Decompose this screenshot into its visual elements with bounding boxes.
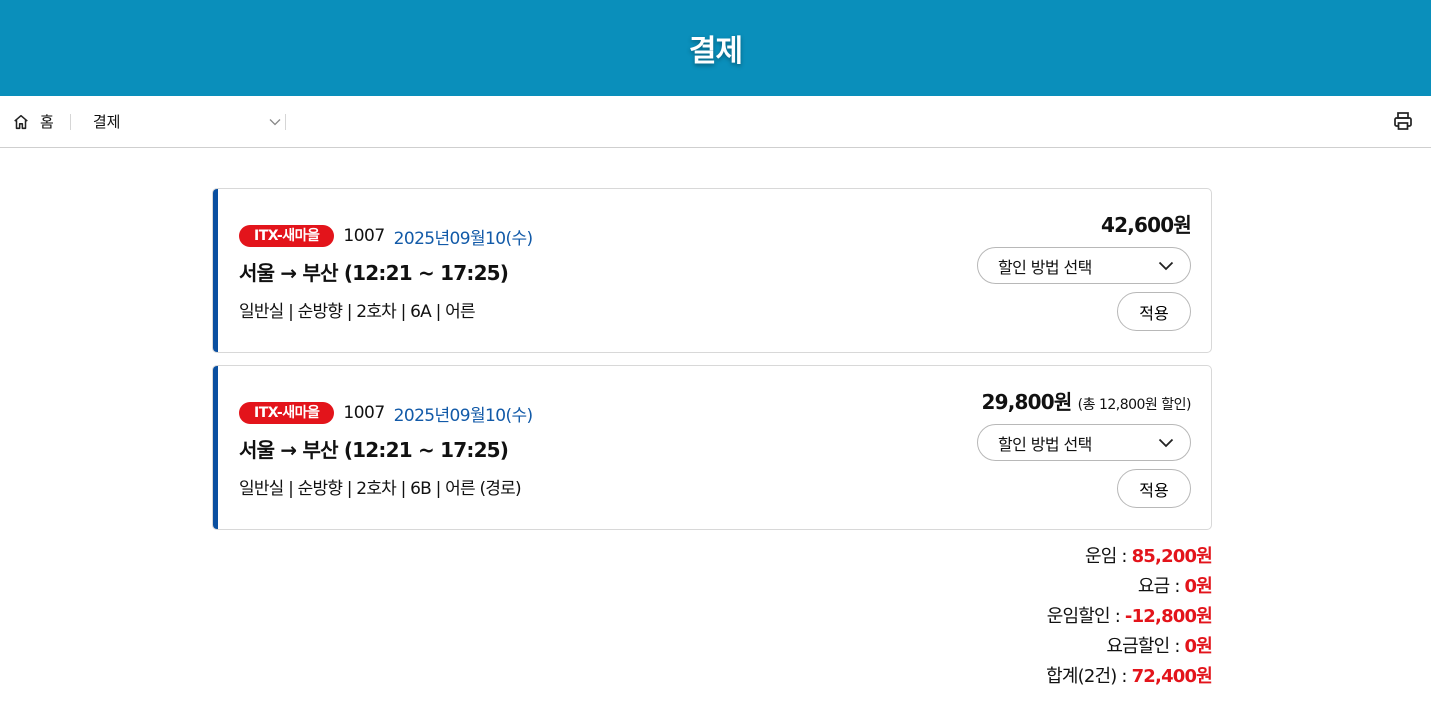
summary-label: 요금 :: [1137, 576, 1185, 597]
summary-value: 85,200원: [1131, 546, 1213, 567]
discount-note: (총 12,800원 할인): [1077, 397, 1192, 413]
ticket-info: ITX-새마을 1007 2025년09월10(수) 서울 → 부산 (12:2…: [239, 224, 533, 322]
summary-row-charge: 요금 : 0원: [212, 572, 1213, 602]
summary-label: 운임할인 :: [1046, 606, 1125, 627]
summary-row-total: 합계(2건) : 72,400원: [212, 662, 1213, 692]
summary-value: 0원: [1184, 576, 1213, 597]
ticket-price: 29,800원 (총 12,800원 할인): [931, 388, 1192, 416]
summary-row-fare-discount: 운임할인 : -12,800원: [212, 602, 1213, 632]
seat-detail: 일반실 | 순방향 | 2호차 | 6B | 어른 (경로): [239, 479, 522, 499]
seat-detail: 일반실 | 순방향 | 2호차 | 6A | 어른: [239, 302, 476, 322]
discount-method-select[interactable]: 할인 방법 선택: [977, 247, 1191, 284]
page-title: 결제: [688, 34, 743, 69]
ticket-price-area: 29,800원 (총 12,800원 할인) 할인 방법 선택 적용: [931, 388, 1192, 508]
travel-date: 2025년09월10(수): [393, 405, 534, 426]
summary-label: 운임 :: [1084, 546, 1132, 567]
home-icon[interactable]: [12, 113, 30, 131]
summary-label: 요금할인 :: [1106, 636, 1185, 657]
summary-value: -12,800원: [1124, 606, 1213, 627]
page-header: 결제: [0, 0, 1431, 96]
route-text: 서울 → 부산 (12:21 ~ 17:25): [239, 261, 509, 285]
chevron-down-icon: [269, 118, 281, 125]
ticket-price: 42,600원: [931, 211, 1192, 239]
card-accent-bar: [213, 189, 218, 352]
train-number: 1007: [343, 226, 385, 246]
price-value: 42,600원: [1101, 213, 1192, 237]
summary-row-fare: 운임 : 85,200원: [212, 542, 1213, 572]
breadcrumb-divider: [284, 113, 286, 130]
ticket-info: ITX-새마을 1007 2025년09월10(수) 서울 → 부산 (12:2…: [239, 401, 533, 499]
breadcrumb-current: 결제: [92, 113, 121, 131]
breadcrumb-home[interactable]: 홈: [40, 111, 54, 132]
card-accent-bar: [213, 366, 218, 529]
breadcrumb-menu-select[interactable]: 결제: [93, 111, 281, 132]
discount-select-label: 할인 방법 선택: [998, 257, 1092, 277]
ticket-price-area: 42,600원 할인 방법 선택 적용: [931, 211, 1192, 331]
summary-value: 0원: [1184, 636, 1213, 657]
breadcrumb-divider: [69, 113, 71, 130]
print-icon[interactable]: [1393, 111, 1413, 131]
summary-value: 72,400원: [1131, 666, 1213, 687]
apply-button[interactable]: 적용: [1117, 292, 1191, 331]
fare-summary: 운임 : 85,200원 요금 : 0원 운임할인 : -12,800원 요금할…: [212, 542, 1213, 692]
chevron-down-icon: [1158, 438, 1174, 447]
travel-date: 2025년09월10(수): [393, 228, 534, 249]
train-type-badge: ITX-새마을: [239, 225, 335, 247]
ticket-card: ITX-새마을 1007 2025년09월10(수) 서울 → 부산 (12:2…: [212, 365, 1212, 530]
route-text: 서울 → 부산 (12:21 ~ 17:25): [239, 438, 509, 462]
breadcrumb: 홈 결제: [0, 96, 1431, 148]
ticket-card: ITX-새마을 1007 2025년09월10(수) 서울 → 부산 (12:2…: [212, 188, 1212, 353]
summary-row-charge-discount: 요금할인 : 0원: [212, 632, 1212, 662]
summary-label: 합계(2건) :: [1046, 666, 1132, 687]
train-type-badge: ITX-새마을: [239, 402, 335, 424]
apply-button[interactable]: 적용: [1117, 469, 1191, 508]
discount-select-label: 할인 방법 선택: [998, 434, 1092, 454]
train-number: 1007: [343, 403, 385, 423]
payment-content: ITX-새마을 1007 2025년09월10(수) 서울 → 부산 (12:2…: [212, 188, 1213, 692]
chevron-down-icon: [1158, 261, 1174, 270]
discount-method-select[interactable]: 할인 방법 선택: [977, 424, 1191, 461]
price-value: 29,800원: [981, 390, 1073, 414]
